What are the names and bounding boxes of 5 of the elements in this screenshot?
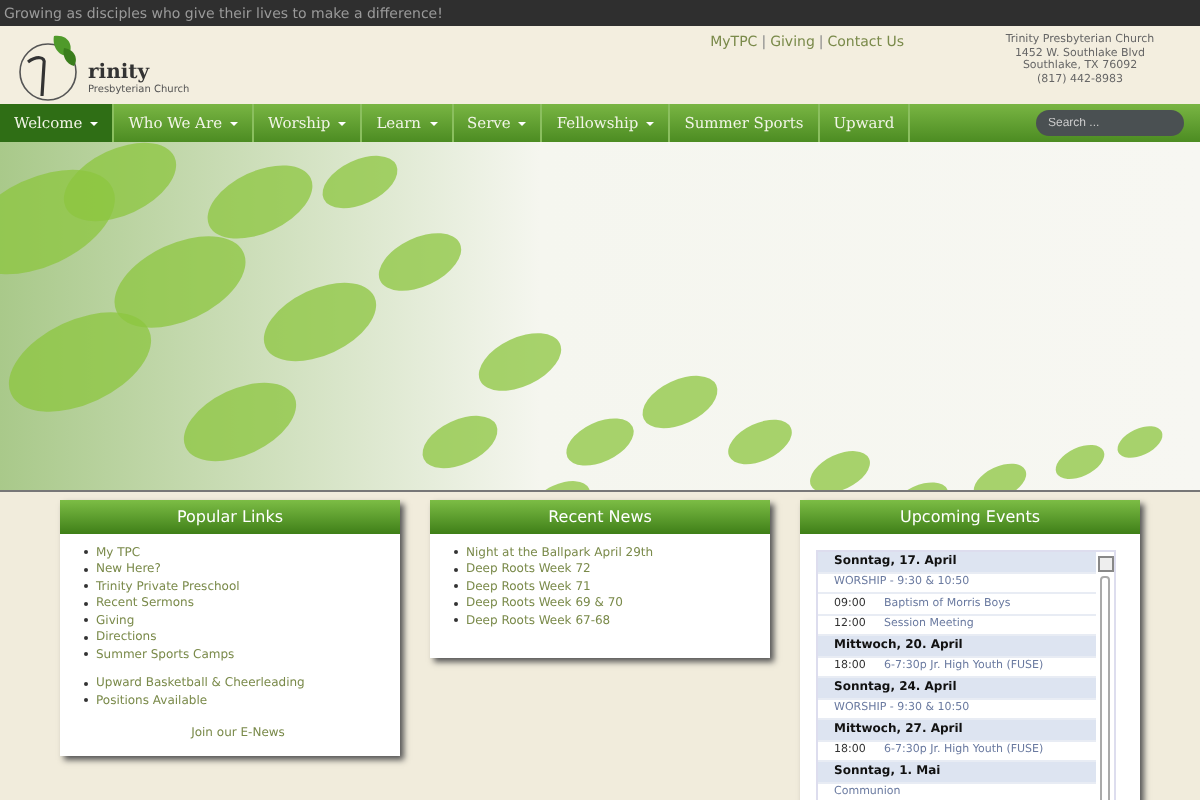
panel-heading: Upcoming Events (800, 500, 1140, 534)
logo-name: rinity (88, 64, 152, 84)
scrollbar[interactable] (1096, 552, 1114, 800)
panel-heading: Popular Links (60, 500, 400, 534)
panel-heading: Recent News (430, 500, 770, 534)
